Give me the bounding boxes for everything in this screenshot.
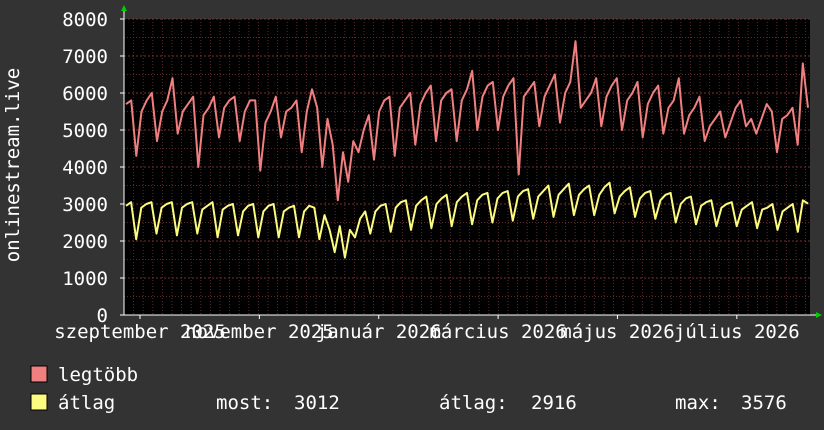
y-tick-label: 1000 (62, 268, 108, 290)
stat-now-label: most: (216, 392, 273, 414)
y-tick-labels: 010002000300040005000600070008000 (62, 9, 108, 327)
y-tick-label: 3000 (62, 194, 108, 216)
y-tick-label: 5000 (62, 120, 108, 142)
y-tick-label: 6000 (62, 83, 108, 105)
x-tick-label: május 2026 (560, 321, 674, 343)
legend-swatch-avg (30, 393, 48, 411)
legend-swatch-max (30, 365, 48, 383)
x-tick-labels: szeptember 2025november 2025január 2026m… (54, 321, 800, 343)
chart: 010002000300040005000600070008000 szepte… (0, 0, 824, 430)
x-tick-label: november 2025 (185, 321, 334, 343)
x-tick-label: március 2026 (429, 321, 566, 343)
stat-max-label: max: (675, 392, 721, 414)
y-axis-label: onlinestream.live (2, 68, 24, 262)
x-tick-label: július 2026 (674, 321, 800, 343)
plot-area (124, 19, 810, 315)
y-tick-label: 2000 (62, 231, 108, 253)
y-tick-label: 8000 (62, 9, 108, 31)
stat-avg-value: 2916 (531, 392, 577, 414)
legend-label-avg: átlag (58, 392, 115, 414)
stat-max-value: 3576 (741, 392, 787, 414)
stat-now-value: 3012 (294, 392, 340, 414)
x-tick-label: január 2026 (316, 321, 442, 343)
stat-avg-label: átlag: (439, 392, 508, 414)
y-tick-label: 7000 (62, 46, 108, 68)
y-tick-label: 4000 (62, 157, 108, 179)
legend-label-max: legtöbb (58, 364, 138, 386)
